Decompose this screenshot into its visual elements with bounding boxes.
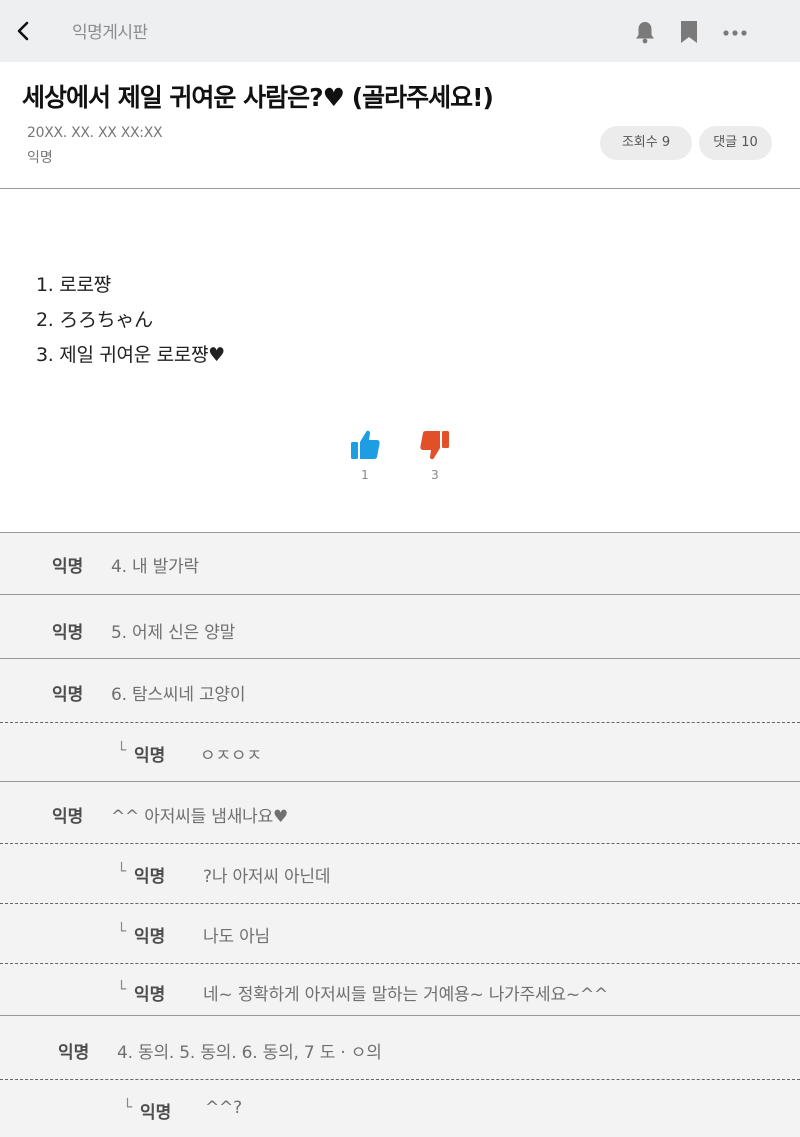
comments-section: 익명 4. 내 발가락 익명 5. 어제 신은 양말 익명 6. 탐스씨네 고양… xyxy=(0,532,800,1137)
comment-author: 익명 xyxy=(52,807,84,827)
comment[interactable]: 익명 ^^ 아저씨들 냄새나요♥ xyxy=(0,782,800,843)
reply-arrow-icon: └ xyxy=(117,862,127,880)
comment[interactable]: 익명 4. 동의. 5. 동의. 6. 동의, 7 도 · ㅇ의 xyxy=(0,1016,800,1079)
comment-author: 익명 xyxy=(52,623,84,643)
comment-text: 6. 탐스씨네 고양이 xyxy=(111,685,246,705)
comment-text: 4. 내 발가락 xyxy=(111,557,199,577)
comment-text: 4. 동의. 5. 동의. 6. 동의, 7 도 · ㅇ의 xyxy=(117,1043,382,1063)
comment-text: ?나 아저씨 아닌데 xyxy=(203,867,331,887)
thumbs-up-icon xyxy=(351,430,380,459)
post-author: 익명 xyxy=(27,150,53,166)
comment-author: 익명 xyxy=(134,746,166,766)
dislike-count: 3 xyxy=(431,468,439,482)
comment-author: 익명 xyxy=(140,1103,172,1123)
reply-arrow-icon: └ xyxy=(123,1098,133,1116)
post-body-item: 1. 로로쨩 xyxy=(36,274,111,296)
dislike-button[interactable]: 3 xyxy=(415,428,455,482)
reply-arrow-icon: └ xyxy=(117,741,127,759)
bell-icon[interactable] xyxy=(632,19,658,45)
post-body-item: 3. 제일 귀여운 로로쨩♥ xyxy=(36,344,225,366)
comment-text: ^^? xyxy=(205,1098,242,1118)
reply-arrow-icon: └ xyxy=(117,980,127,998)
post-body-item: 2. ろろちゃん xyxy=(36,309,153,331)
post-date: 20XX. XX. XX XX:XX xyxy=(27,125,163,141)
comment-author: 익명 xyxy=(52,685,84,705)
comment-author: 익명 xyxy=(134,985,166,1005)
top-bar: 익명게시판 xyxy=(0,0,800,62)
comment[interactable]: 익명 5. 어제 신은 양말 xyxy=(0,595,800,658)
comment[interactable]: 익명 4. 내 발가락 xyxy=(0,533,800,595)
comment-text: ㅇㅈㅇㅈ xyxy=(200,746,262,766)
comment-text: 나도 아님 xyxy=(203,927,270,947)
comment[interactable]: 익명 6. 탐스씨네 고양이 xyxy=(0,659,800,722)
like-button[interactable]: 1 xyxy=(345,428,385,482)
comment-text: 5. 어제 신은 양말 xyxy=(111,623,236,643)
comment-author: 익명 xyxy=(52,557,84,577)
board-name: 익명게시판 xyxy=(72,23,148,43)
comments-count-button[interactable]: 댓글 10 xyxy=(699,126,772,160)
reply[interactable]: └ 익명 나도 아님 xyxy=(0,904,800,963)
post-body-list: 1. 로로쨩 2. ろろちゃん 3. 제일 귀여운 로로쨩♥ xyxy=(36,268,225,373)
post-title: 세상에서 제일 귀여운 사람은?♥ (골라주세요!) xyxy=(22,83,494,112)
bookmark-icon[interactable] xyxy=(676,19,702,45)
reply[interactable]: └ 익명 ㅇㅈㅇㅈ xyxy=(0,723,800,781)
reply[interactable]: └ 익명 ^^? xyxy=(0,1080,800,1137)
comment-text: 네~ 정확하게 아저씨들 말하는 거예용~ 나가주세요~^^ xyxy=(203,985,609,1005)
like-count: 1 xyxy=(361,468,369,482)
more-icon[interactable] xyxy=(720,19,750,45)
header-divider xyxy=(0,188,800,189)
comment-author: 익명 xyxy=(134,927,166,947)
thumbs-down-icon xyxy=(420,431,449,460)
reply[interactable]: └ 익명 ?나 아저씨 아닌데 xyxy=(0,844,800,903)
chevron-left-icon[interactable] xyxy=(12,16,36,46)
reply[interactable]: └ 익명 네~ 정확하게 아저씨들 말하는 거예용~ 나가주세요~^^ xyxy=(0,964,800,1015)
comment-author: 익명 xyxy=(58,1043,90,1063)
reply-arrow-icon: └ xyxy=(117,922,127,940)
comment-text: ^^ 아저씨들 냄새나요♥ xyxy=(111,807,289,827)
views-badge: 조회수 9 xyxy=(600,126,692,160)
comment-author: 익명 xyxy=(134,867,166,887)
